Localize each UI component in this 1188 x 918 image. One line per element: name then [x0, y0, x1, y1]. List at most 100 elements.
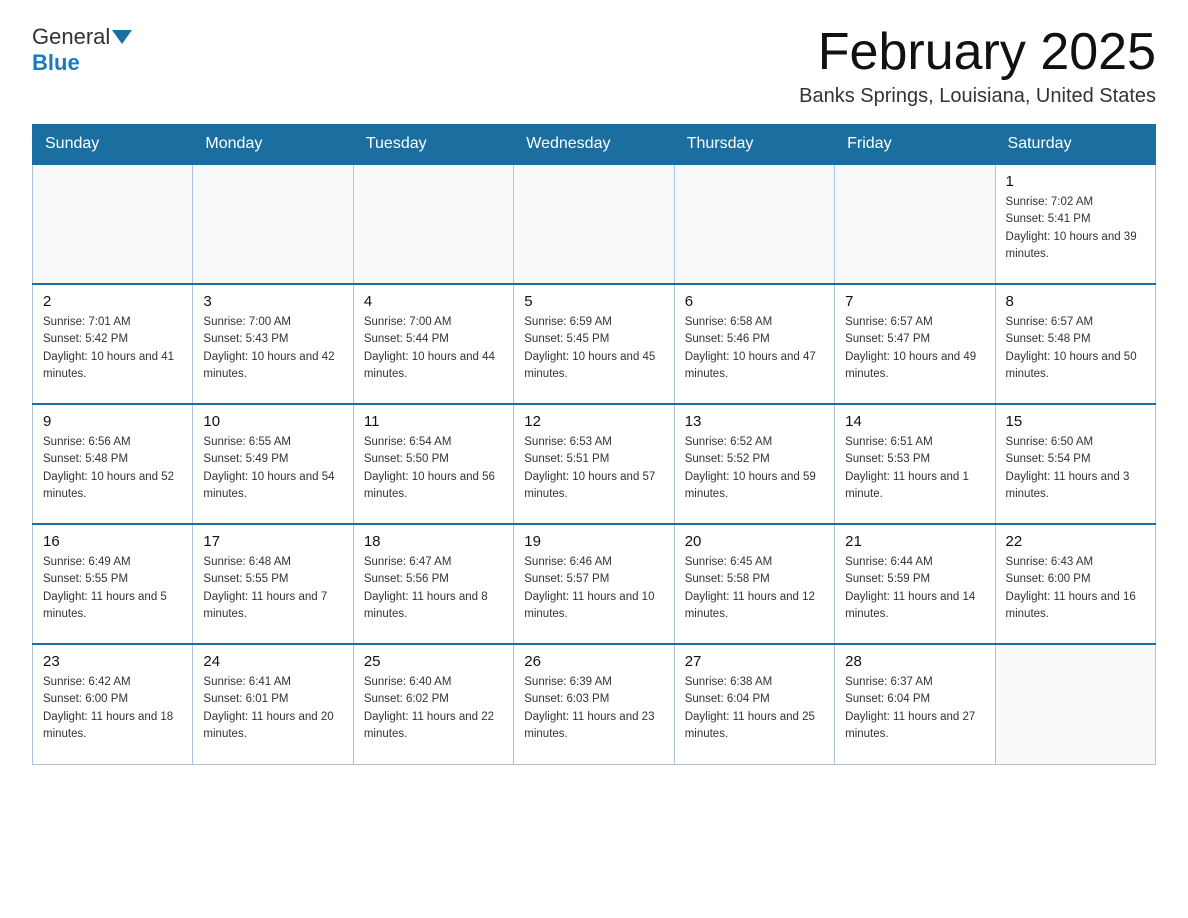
- day-info: Sunrise: 6:48 AMSunset: 5:55 PMDaylight:…: [203, 554, 342, 623]
- weekday-header-monday: Monday: [193, 125, 353, 165]
- day-info: Sunrise: 6:49 AMSunset: 5:55 PMDaylight:…: [43, 554, 182, 623]
- calendar-cell: 20Sunrise: 6:45 AMSunset: 5:58 PMDayligh…: [674, 524, 834, 644]
- weekday-header-thursday: Thursday: [674, 125, 834, 165]
- day-info: Sunrise: 6:56 AMSunset: 5:48 PMDaylight:…: [43, 434, 182, 503]
- calendar-cell: 4 Sunrise: 7:00 AMSunset: 5:44 PMDaylight…: [353, 284, 513, 404]
- weekday-header-saturday: Saturday: [995, 125, 1155, 165]
- day-number: 2: [43, 293, 182, 310]
- day-number: 28: [845, 653, 984, 670]
- day-info: Sunrise: 6:42 AMSunset: 6:00 PMDaylight:…: [43, 674, 182, 743]
- day-number: 1: [1006, 173, 1145, 190]
- day-number: 9: [43, 413, 182, 430]
- calendar-cell: 14 Sunrise: 6:51 AMSunset: 5:53 PMDayligh…: [835, 404, 995, 524]
- calendar-cell: 9 Sunrise: 6:56 AMSunset: 5:48 PMDaylight…: [33, 404, 193, 524]
- title-section: February 2025 Banks Springs, Louisiana, …: [799, 24, 1156, 108]
- calendar-cell: 16Sunrise: 6:49 AMSunset: 5:55 PMDayligh…: [33, 524, 193, 644]
- calendar-cell: 5 Sunrise: 6:59 AMSunset: 5:45 PMDaylight…: [514, 284, 674, 404]
- logo-blue-text: Blue: [32, 50, 80, 76]
- weekday-header-friday: Friday: [835, 125, 995, 165]
- calendar-cell: 13Sunrise: 6:52 AMSunset: 5:52 PMDayligh…: [674, 404, 834, 524]
- calendar-cell: 15 Sunrise: 6:50 AMSunset: 5:54 PMDayligh…: [995, 404, 1155, 524]
- day-number: 17: [203, 533, 342, 550]
- day-info: Sunrise: 6:54 AMSunset: 5:50 PMDaylight:…: [364, 434, 503, 503]
- day-number: 3: [203, 293, 342, 310]
- day-number: 25: [364, 653, 503, 670]
- day-number: 14: [845, 413, 984, 430]
- calendar-cell: 10 Sunrise: 6:55 AMSunset: 5:49 PMDayligh…: [193, 404, 353, 524]
- calendar-cell: 21 Sunrise: 6:44 AMSunset: 5:59 PMDayligh…: [835, 524, 995, 644]
- calendar-cell: [353, 164, 513, 284]
- day-number: 8: [1006, 293, 1145, 310]
- calendar-cell: 2 Sunrise: 7:01 AMSunset: 5:42 PMDaylight…: [33, 284, 193, 404]
- calendar-cell: 1 Sunrise: 7:02 AMSunset: 5:41 PMDaylight…: [995, 164, 1155, 284]
- day-number: 13: [685, 413, 824, 430]
- calendar-cell: 25 Sunrise: 6:40 AMSunset: 6:02 PMDayligh…: [353, 644, 513, 764]
- calendar-cell: 7 Sunrise: 6:57 AMSunset: 5:47 PMDaylight…: [835, 284, 995, 404]
- calendar-cell: 27Sunrise: 6:38 AMSunset: 6:04 PMDayligh…: [674, 644, 834, 764]
- calendar-cell: [514, 164, 674, 284]
- day-info: Sunrise: 6:37 AMSunset: 6:04 PMDaylight:…: [845, 674, 984, 743]
- day-info: Sunrise: 6:43 AMSunset: 6:00 PMDaylight:…: [1006, 554, 1145, 623]
- day-info: Sunrise: 7:00 AMSunset: 5:44 PMDaylight:…: [364, 314, 503, 383]
- week-row-5: 23Sunrise: 6:42 AMSunset: 6:00 PMDayligh…: [33, 644, 1156, 764]
- day-number: 22: [1006, 533, 1145, 550]
- day-info: Sunrise: 6:41 AMSunset: 6:01 PMDaylight:…: [203, 674, 342, 743]
- calendar-cell: 17 Sunrise: 6:48 AMSunset: 5:55 PMDayligh…: [193, 524, 353, 644]
- page-header: General Blue February 2025 Banks Springs…: [32, 24, 1156, 108]
- day-info: Sunrise: 7:02 AMSunset: 5:41 PMDaylight:…: [1006, 194, 1145, 263]
- calendar-cell: 22 Sunrise: 6:43 AMSunset: 6:00 PMDayligh…: [995, 524, 1155, 644]
- day-info: Sunrise: 6:39 AMSunset: 6:03 PMDaylight:…: [524, 674, 663, 743]
- day-number: 19: [524, 533, 663, 550]
- day-info: Sunrise: 6:57 AMSunset: 5:47 PMDaylight:…: [845, 314, 984, 383]
- logo-general-text: General: [32, 24, 110, 50]
- day-number: 24: [203, 653, 342, 670]
- calendar-table: SundayMondayTuesdayWednesdayThursdayFrid…: [32, 124, 1156, 765]
- day-info: Sunrise: 6:51 AMSunset: 5:53 PMDaylight:…: [845, 434, 984, 503]
- day-info: Sunrise: 7:01 AMSunset: 5:42 PMDaylight:…: [43, 314, 182, 383]
- location-label: Banks Springs, Louisiana, United States: [799, 85, 1156, 108]
- day-info: Sunrise: 6:46 AMSunset: 5:57 PMDaylight:…: [524, 554, 663, 623]
- day-info: Sunrise: 6:58 AMSunset: 5:46 PMDaylight:…: [685, 314, 824, 383]
- weekday-header-wednesday: Wednesday: [514, 125, 674, 165]
- day-number: 15: [1006, 413, 1145, 430]
- day-info: Sunrise: 6:38 AMSunset: 6:04 PMDaylight:…: [685, 674, 824, 743]
- day-number: 26: [524, 653, 663, 670]
- logo: General Blue: [32, 24, 134, 76]
- day-number: 4: [364, 293, 503, 310]
- calendar-title: February 2025: [799, 24, 1156, 81]
- weekday-header-tuesday: Tuesday: [353, 125, 513, 165]
- day-number: 6: [685, 293, 824, 310]
- day-info: Sunrise: 6:40 AMSunset: 6:02 PMDaylight:…: [364, 674, 503, 743]
- calendar-cell: 23Sunrise: 6:42 AMSunset: 6:00 PMDayligh…: [33, 644, 193, 764]
- calendar-cell: [674, 164, 834, 284]
- day-number: 21: [845, 533, 984, 550]
- calendar-cell: [193, 164, 353, 284]
- week-row-4: 16Sunrise: 6:49 AMSunset: 5:55 PMDayligh…: [33, 524, 1156, 644]
- calendar-cell: [835, 164, 995, 284]
- weekday-header-row: SundayMondayTuesdayWednesdayThursdayFrid…: [33, 125, 1156, 165]
- day-number: 5: [524, 293, 663, 310]
- week-row-1: 1 Sunrise: 7:02 AMSunset: 5:41 PMDaylight…: [33, 164, 1156, 284]
- day-number: 7: [845, 293, 984, 310]
- calendar-cell: 18Sunrise: 6:47 AMSunset: 5:56 PMDayligh…: [353, 524, 513, 644]
- logo-arrow-icon: [112, 30, 132, 44]
- day-number: 10: [203, 413, 342, 430]
- calendar-cell: 6 Sunrise: 6:58 AMSunset: 5:46 PMDaylight…: [674, 284, 834, 404]
- day-info: Sunrise: 6:53 AMSunset: 5:51 PMDaylight:…: [524, 434, 663, 503]
- calendar-cell: 19 Sunrise: 6:46 AMSunset: 5:57 PMDayligh…: [514, 524, 674, 644]
- day-number: 11: [364, 413, 503, 430]
- day-info: Sunrise: 6:45 AMSunset: 5:58 PMDaylight:…: [685, 554, 824, 623]
- calendar-cell: 3 Sunrise: 7:00 AMSunset: 5:43 PMDaylight…: [193, 284, 353, 404]
- day-info: Sunrise: 6:50 AMSunset: 5:54 PMDaylight:…: [1006, 434, 1145, 503]
- calendar-cell: 12Sunrise: 6:53 AMSunset: 5:51 PMDayligh…: [514, 404, 674, 524]
- day-info: Sunrise: 6:59 AMSunset: 5:45 PMDaylight:…: [524, 314, 663, 383]
- calendar-cell: 11 Sunrise: 6:54 AMSunset: 5:50 PMDayligh…: [353, 404, 513, 524]
- calendar-cell: 24 Sunrise: 6:41 AMSunset: 6:01 PMDayligh…: [193, 644, 353, 764]
- day-info: Sunrise: 7:00 AMSunset: 5:43 PMDaylight:…: [203, 314, 342, 383]
- calendar-cell: [995, 644, 1155, 764]
- day-info: Sunrise: 6:55 AMSunset: 5:49 PMDaylight:…: [203, 434, 342, 503]
- calendar-cell: [33, 164, 193, 284]
- week-row-2: 2 Sunrise: 7:01 AMSunset: 5:42 PMDaylight…: [33, 284, 1156, 404]
- calendar-cell: 26 Sunrise: 6:39 AMSunset: 6:03 PMDayligh…: [514, 644, 674, 764]
- day-info: Sunrise: 6:44 AMSunset: 5:59 PMDaylight:…: [845, 554, 984, 623]
